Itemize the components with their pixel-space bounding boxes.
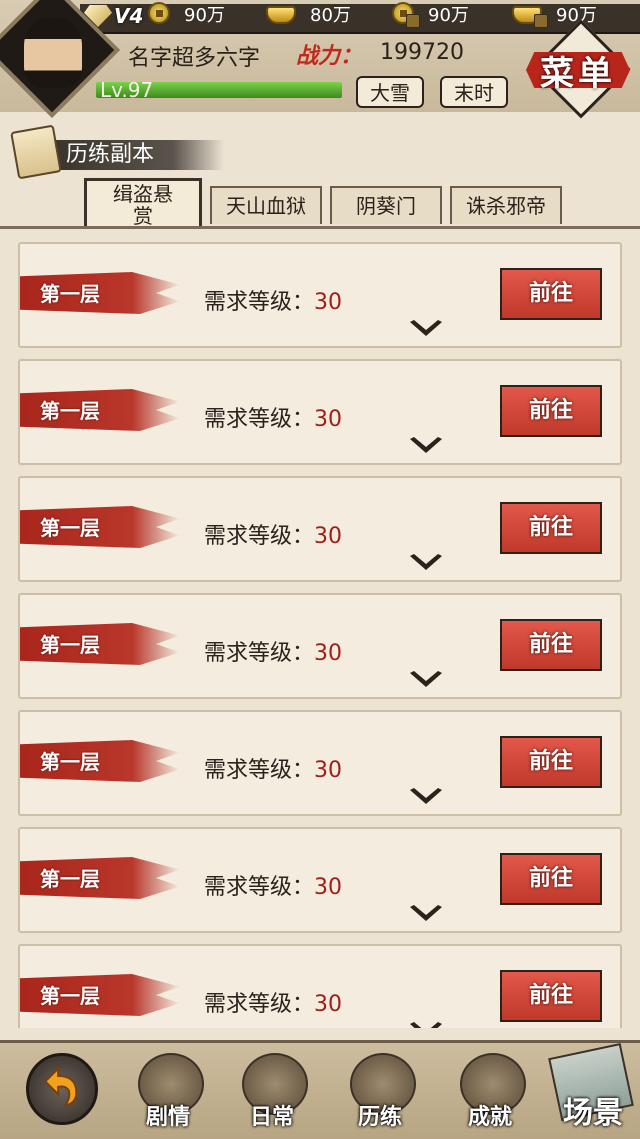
bottom-nav: 剧情 日常 历练 成就 — [0, 1040, 640, 1139]
list-item: 第一层 需求等级：30 前往 — [18, 944, 622, 1028]
list-item: 第一层 需求等级：30 前往 — [18, 359, 622, 465]
floor-label: 第一层 — [40, 399, 100, 423]
nav-daily[interactable]: 日常 — [222, 1053, 322, 1137]
level-requirement: 需求等级：30 — [204, 875, 343, 900]
chevron-down-icon[interactable] — [408, 669, 442, 697]
chevron-down-icon[interactable] — [408, 552, 442, 580]
menu-label: 菜单 — [540, 54, 616, 94]
nav-achievement[interactable]: 成就 — [440, 1053, 540, 1137]
weather-chip: 大雪 — [356, 76, 424, 108]
chevron-down-icon[interactable] — [408, 786, 442, 814]
nav-daily-label: 日常 — [249, 1105, 294, 1130]
locked-coin-icon — [392, 2, 420, 28]
go-button[interactable]: 前往 — [500, 268, 602, 320]
section-header: 历练副本 — [10, 124, 224, 180]
list-item: 第一层 需求等级：30 前往 — [18, 593, 622, 699]
chevron-down-icon[interactable] — [408, 318, 442, 346]
list-item: 第一层 需求等级：30 前往 — [18, 242, 622, 348]
locked-ingot-icon — [512, 2, 548, 28]
section-title: 历练副本 — [66, 142, 155, 167]
level-requirement: 需求等级：30 — [204, 758, 343, 783]
level-requirement: 需求等级：30 — [204, 290, 343, 315]
gold-ingot-icon — [266, 2, 300, 26]
resource-gold: 80万 — [266, 0, 351, 28]
chevron-down-icon[interactable] — [408, 435, 442, 463]
avatar-portrait — [24, 18, 82, 88]
tab-tianshan[interactable]: 天山血狱 — [210, 186, 322, 224]
level-requirement: 需求等级：30 — [204, 407, 343, 432]
power-label: 战力： — [296, 44, 363, 69]
list-item: 第一层 需求等级：30 前往 — [18, 827, 622, 933]
copper-coin-icon — [148, 2, 174, 26]
floor-label: 第一层 — [40, 282, 100, 306]
player-level: Lv.97 — [100, 78, 154, 102]
tab-bar: 缉盗悬赏 天山血狱 阴葵门 诛杀邪帝 — [84, 178, 604, 228]
vip-label: V4 — [114, 4, 144, 28]
menu-button[interactable]: 菜单 — [526, 19, 631, 119]
nav-story[interactable]: 剧情 — [118, 1053, 218, 1137]
nav-training-label: 历练 — [357, 1105, 402, 1130]
list-item: 第一层 需求等级：30 前往 — [18, 476, 622, 582]
floor-label: 第一层 — [40, 984, 100, 1008]
go-button[interactable]: 前往 — [500, 853, 602, 905]
nav-achievement-label: 成就 — [467, 1105, 512, 1130]
tab-bounty-label: 缉盗悬赏 — [113, 182, 173, 228]
chevron-down-icon[interactable] — [408, 903, 442, 931]
go-button[interactable]: 前往 — [500, 736, 602, 788]
list-item: 第一层 需求等级：30 前往 — [18, 710, 622, 816]
go-button[interactable]: 前往 — [500, 502, 602, 554]
tab-zhusha[interactable]: 诛杀邪帝 — [450, 186, 562, 224]
floor-label: 第一层 — [40, 516, 100, 540]
scene-button[interactable]: 场景 — [548, 1043, 634, 1134]
scroll-icon — [10, 124, 62, 180]
top-status-bar: V4 90万 80万 90万 90万 Lv.97 名字超多六字 战力： 1997… — [0, 0, 640, 119]
resource-locked-coin: 90万 — [392, 0, 469, 28]
player-name: 名字超多六字 — [128, 46, 261, 71]
level-requirement: 需求等级：30 — [204, 992, 343, 1017]
power-value: 199720 — [380, 40, 464, 65]
back-button[interactable] — [26, 1053, 98, 1125]
go-button[interactable]: 前往 — [500, 619, 602, 671]
copper-value: 90万 — [184, 5, 225, 26]
chevron-down-icon[interactable] — [408, 1020, 442, 1028]
level-requirement: 需求等级：30 — [204, 641, 343, 666]
scene-label: 场景 — [563, 1096, 623, 1131]
nav-training[interactable]: 历练 — [330, 1053, 430, 1137]
time-chip: 末时 — [440, 76, 508, 108]
tab-bounty[interactable]: 缉盗悬赏 — [84, 178, 202, 228]
go-button[interactable]: 前往 — [500, 385, 602, 437]
floor-label: 第一层 — [40, 750, 100, 774]
locked-coin-value: 90万 — [428, 5, 469, 26]
resource-copper: 90万 — [148, 0, 225, 28]
go-button[interactable]: 前往 — [500, 970, 602, 1022]
gold-value: 80万 — [310, 5, 351, 26]
back-arrow-icon — [44, 1066, 78, 1107]
avatar[interactable] — [0, 0, 120, 118]
floor-label: 第一层 — [40, 867, 100, 891]
tab-yinkui[interactable]: 阴葵门 — [330, 186, 442, 224]
level-requirement: 需求等级：30 — [204, 524, 343, 549]
dungeon-list[interactable]: 第一层 需求等级：30 前往 第一层 需求等级：30 前往 第一层 需求等级：3… — [8, 232, 632, 1028]
floor-label: 第一层 — [40, 633, 100, 657]
nav-story-label: 剧情 — [145, 1105, 190, 1130]
